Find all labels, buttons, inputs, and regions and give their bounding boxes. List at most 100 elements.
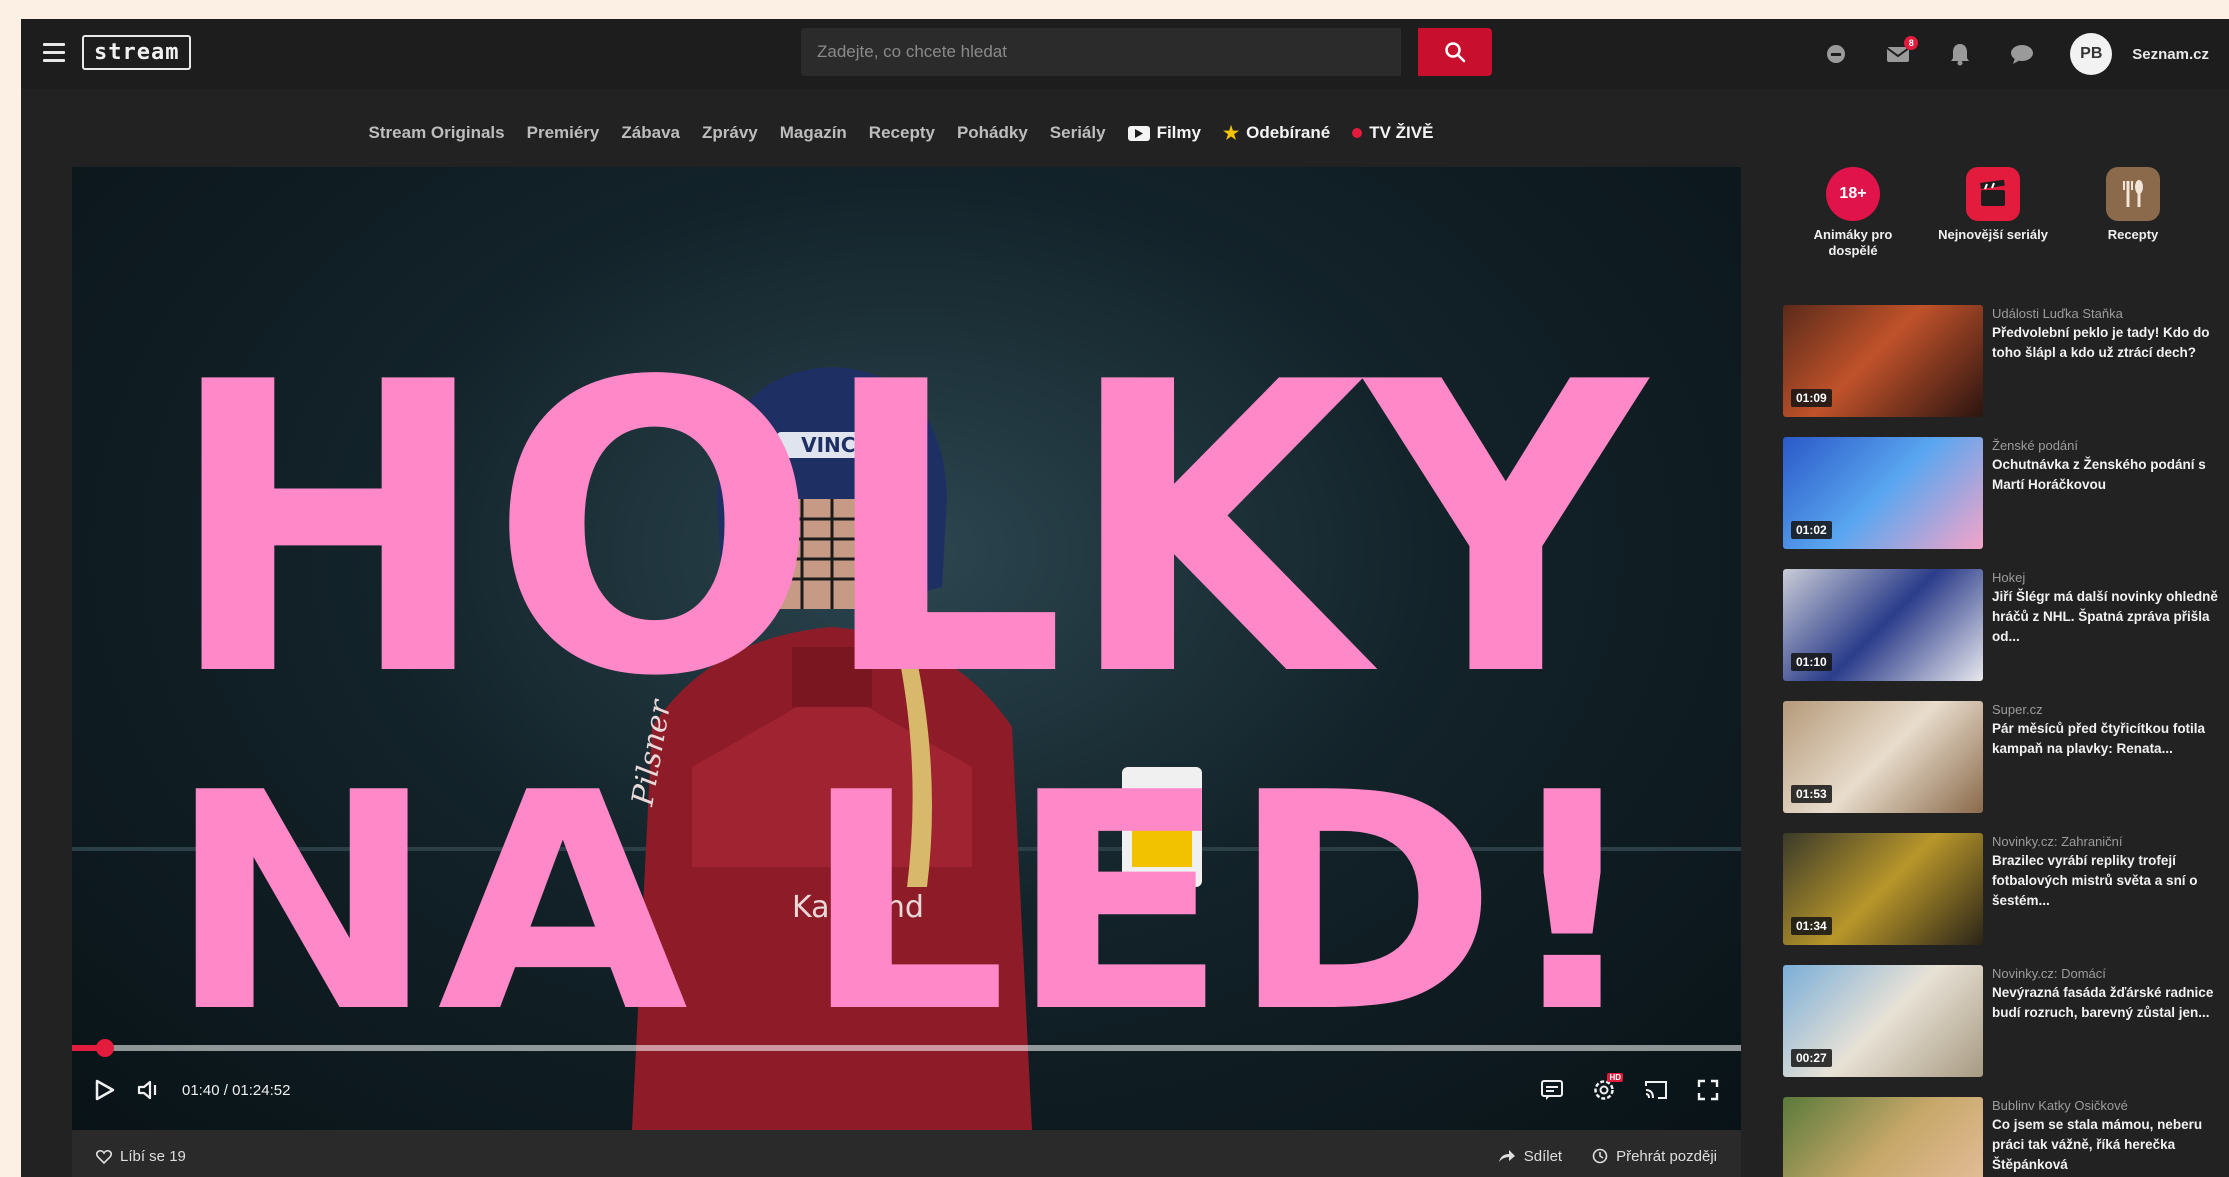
volume-icon	[137, 1080, 157, 1100]
nav-zabava[interactable]: Zábava	[621, 123, 680, 143]
message-icon[interactable]	[2008, 40, 2036, 68]
recommended-list: 01:09 Události Luďka Staňka Předvolební p…	[1783, 305, 2229, 1177]
video-thumbnail: 01:10	[1783, 569, 1983, 681]
play-icon	[95, 1079, 115, 1101]
video-title[interactable]: Pár měsíců před čtyřicítkou fotila kampa…	[1992, 719, 2219, 759]
video-source: Novinky.cz: Zahraniční	[1992, 834, 2123, 849]
video-player[interactable]: VINCI Pilsner Kaufland HOLKY NA LED! 01:…	[72, 167, 1741, 1130]
chat-bubble-icon[interactable]	[1822, 40, 1850, 68]
shortcut-recepty[interactable]: Recepty	[2078, 167, 2188, 277]
clock-icon	[1592, 1148, 1608, 1164]
search-icon	[1445, 42, 1466, 63]
duration-badge: 01:53	[1791, 785, 1832, 803]
sidebar: 18+ Animáky pro dospělé Nejnovější seriá…	[1783, 167, 2229, 1177]
hamburger-menu-icon[interactable]	[43, 43, 65, 63]
film-play-icon	[1127, 125, 1150, 141]
shortcut-serialy[interactable]: Nejnovější seriály	[1938, 167, 2048, 277]
list-item[interactable]: 01:02 Ženské podání Ochutnávka z Ženského…	[1783, 437, 2229, 569]
live-dot-icon	[1352, 128, 1363, 138]
time-display: 01:40 / 01:24:52	[182, 1081, 291, 1099]
video-title[interactable]: Jiří Šlégr má další novinky ohledně hráč…	[1992, 587, 2219, 647]
nav-zpravy[interactable]: Zprávy	[702, 123, 758, 143]
video-source: Bublinv Katky Osičkové	[1992, 1098, 2128, 1113]
video-action-bar: Líbí se 19 Sdílet Přehrát později	[72, 1130, 1741, 1177]
cast-button[interactable]	[1641, 1075, 1671, 1105]
top-icons: 8 PB Seznam.cz	[1822, 19, 2209, 89]
hd-badge: HD	[1607, 1073, 1623, 1082]
shortcut-row: 18+ Animáky pro dospělé Nejnovější seriá…	[1783, 167, 2203, 277]
like-button[interactable]: Líbí se 19	[96, 1148, 186, 1165]
video-title[interactable]: Co jsem se stala mámou, neberu práci tak…	[1992, 1115, 2219, 1175]
show-title-overlay: HOLKY NA LED!	[166, 299, 1650, 1078]
video-title[interactable]: Ochutnávka z Ženského podání s Martí Hor…	[1992, 455, 2219, 495]
nav-recepty[interactable]: Recepty	[869, 123, 935, 143]
bell-icon[interactable]	[1946, 40, 1974, 68]
nav-pohadky[interactable]: Pohádky	[957, 123, 1028, 143]
fullscreen-icon	[1697, 1079, 1719, 1101]
list-item[interactable]: 00:27 Novinky.cz: Domácí Nevýrazná fasáda…	[1783, 965, 2229, 1097]
duration-badge: 01:34	[1791, 917, 1832, 935]
seznam-link[interactable]: Seznam.cz	[2132, 46, 2209, 63]
nav-odebirane-label: Odebírané	[1246, 123, 1331, 142]
fullscreen-button[interactable]	[1693, 1075, 1723, 1105]
nav-tv-zive[interactable]: TV ŽIVĚ	[1352, 123, 1433, 143]
video-title[interactable]: Nevýrazná fasáda žďárské radnice budí ro…	[1992, 983, 2219, 1023]
stream-logo[interactable]: stream	[82, 35, 192, 70]
watch-later-button[interactable]: Přehrát později	[1592, 1148, 1717, 1165]
nav-premiery[interactable]: Premiéry	[527, 123, 600, 143]
video-source: Ženské podání	[1992, 438, 2079, 453]
title-line-1: HOLKY	[166, 299, 1650, 764]
search-input[interactable]	[801, 28, 1401, 76]
nav-stream-originals[interactable]: Stream Originals	[369, 123, 505, 143]
duration-badge: 01:02	[1791, 521, 1832, 539]
video-source: Hokej	[1992, 570, 2026, 585]
volume-button[interactable]	[134, 1075, 164, 1105]
share-arrow-icon	[1498, 1150, 1515, 1162]
age-18-icon: 18+	[1826, 167, 1880, 221]
share-button[interactable]: Sdílet	[1498, 1148, 1562, 1165]
video-thumbnail: 01:53	[1783, 701, 1983, 813]
fork-spoon-icon	[2106, 167, 2160, 221]
search-button[interactable]	[1418, 28, 1492, 76]
video-source: Super.cz	[1992, 702, 2043, 717]
video-thumbnail: 01:09	[1783, 305, 1983, 417]
nav-odebirane[interactable]: ★ Odebírané	[1223, 123, 1330, 144]
shortcut-animaky-label: Animáky pro dospělé	[1813, 227, 1893, 258]
user-avatar[interactable]: PB	[2070, 33, 2113, 75]
video-thumbnail: 00:27	[1783, 965, 1983, 1077]
list-item[interactable]: Bublinv Katky Osičkové Co jsem se stala m…	[1783, 1097, 2229, 1177]
watch-later-label: Přehrát později	[1616, 1147, 1717, 1165]
category-nav: Stream Originals Premiéry Zábava Zprávy …	[21, 89, 1781, 177]
mail-badge: 8	[1904, 36, 1919, 50]
share-label: Sdílet	[1523, 1147, 1563, 1165]
nav-tv-zive-label: TV ŽIVĚ	[1369, 123, 1434, 142]
subtitles-icon	[1541, 1080, 1563, 1100]
like-count: Líbí se 19	[120, 1147, 186, 1165]
list-item[interactable]: 01:09 Události Luďka Staňka Předvolební p…	[1783, 305, 2229, 437]
shortcut-serialy-label: Nejnovější seriály	[1938, 227, 2048, 242]
mail-icon[interactable]: 8	[1884, 36, 1919, 68]
list-item[interactable]: 01:34 Novinky.cz: Zahraniční Brazilec vyr…	[1783, 833, 2229, 965]
current-time: 01:40	[182, 1081, 220, 1099]
nav-filmy[interactable]: Filmy	[1127, 123, 1201, 143]
subtitles-button[interactable]	[1537, 1075, 1567, 1105]
clapperboard-icon	[1966, 167, 2020, 221]
progress-bar[interactable]	[72, 1039, 1741, 1057]
player-controls: 01:40 / 01:24:52 HD	[72, 1055, 1741, 1125]
quality-button[interactable]: HD	[1589, 1073, 1623, 1105]
video-title[interactable]: Předvolební peklo je tady! Kdo do toho š…	[1992, 323, 2219, 363]
play-button[interactable]	[90, 1075, 120, 1105]
shortcut-recepty-label: Recepty	[2107, 227, 2159, 242]
star-icon: ★	[1222, 122, 1240, 143]
video-thumbnail: 01:02	[1783, 437, 1983, 549]
video-title[interactable]: Brazilec vyrábí repliky trofejí fotbalov…	[1992, 851, 2219, 911]
nav-magazin[interactable]: Magazín	[780, 123, 847, 143]
list-item[interactable]: 01:10 Hokej Jiří Šlégr má další novinky o…	[1783, 569, 2229, 701]
duration-badge: 00:27	[1791, 1049, 1832, 1067]
total-time: 01:24:52	[232, 1081, 291, 1099]
list-item[interactable]: 01:53 Super.cz Pár měsíců před čtyřicítko…	[1783, 701, 2229, 833]
nav-serialy[interactable]: Seriály	[1050, 123, 1106, 143]
shortcut-animaky[interactable]: 18+ Animáky pro dospělé	[1798, 167, 1908, 277]
heart-icon	[96, 1149, 112, 1164]
nav-filmy-label: Filmy	[1156, 123, 1201, 142]
